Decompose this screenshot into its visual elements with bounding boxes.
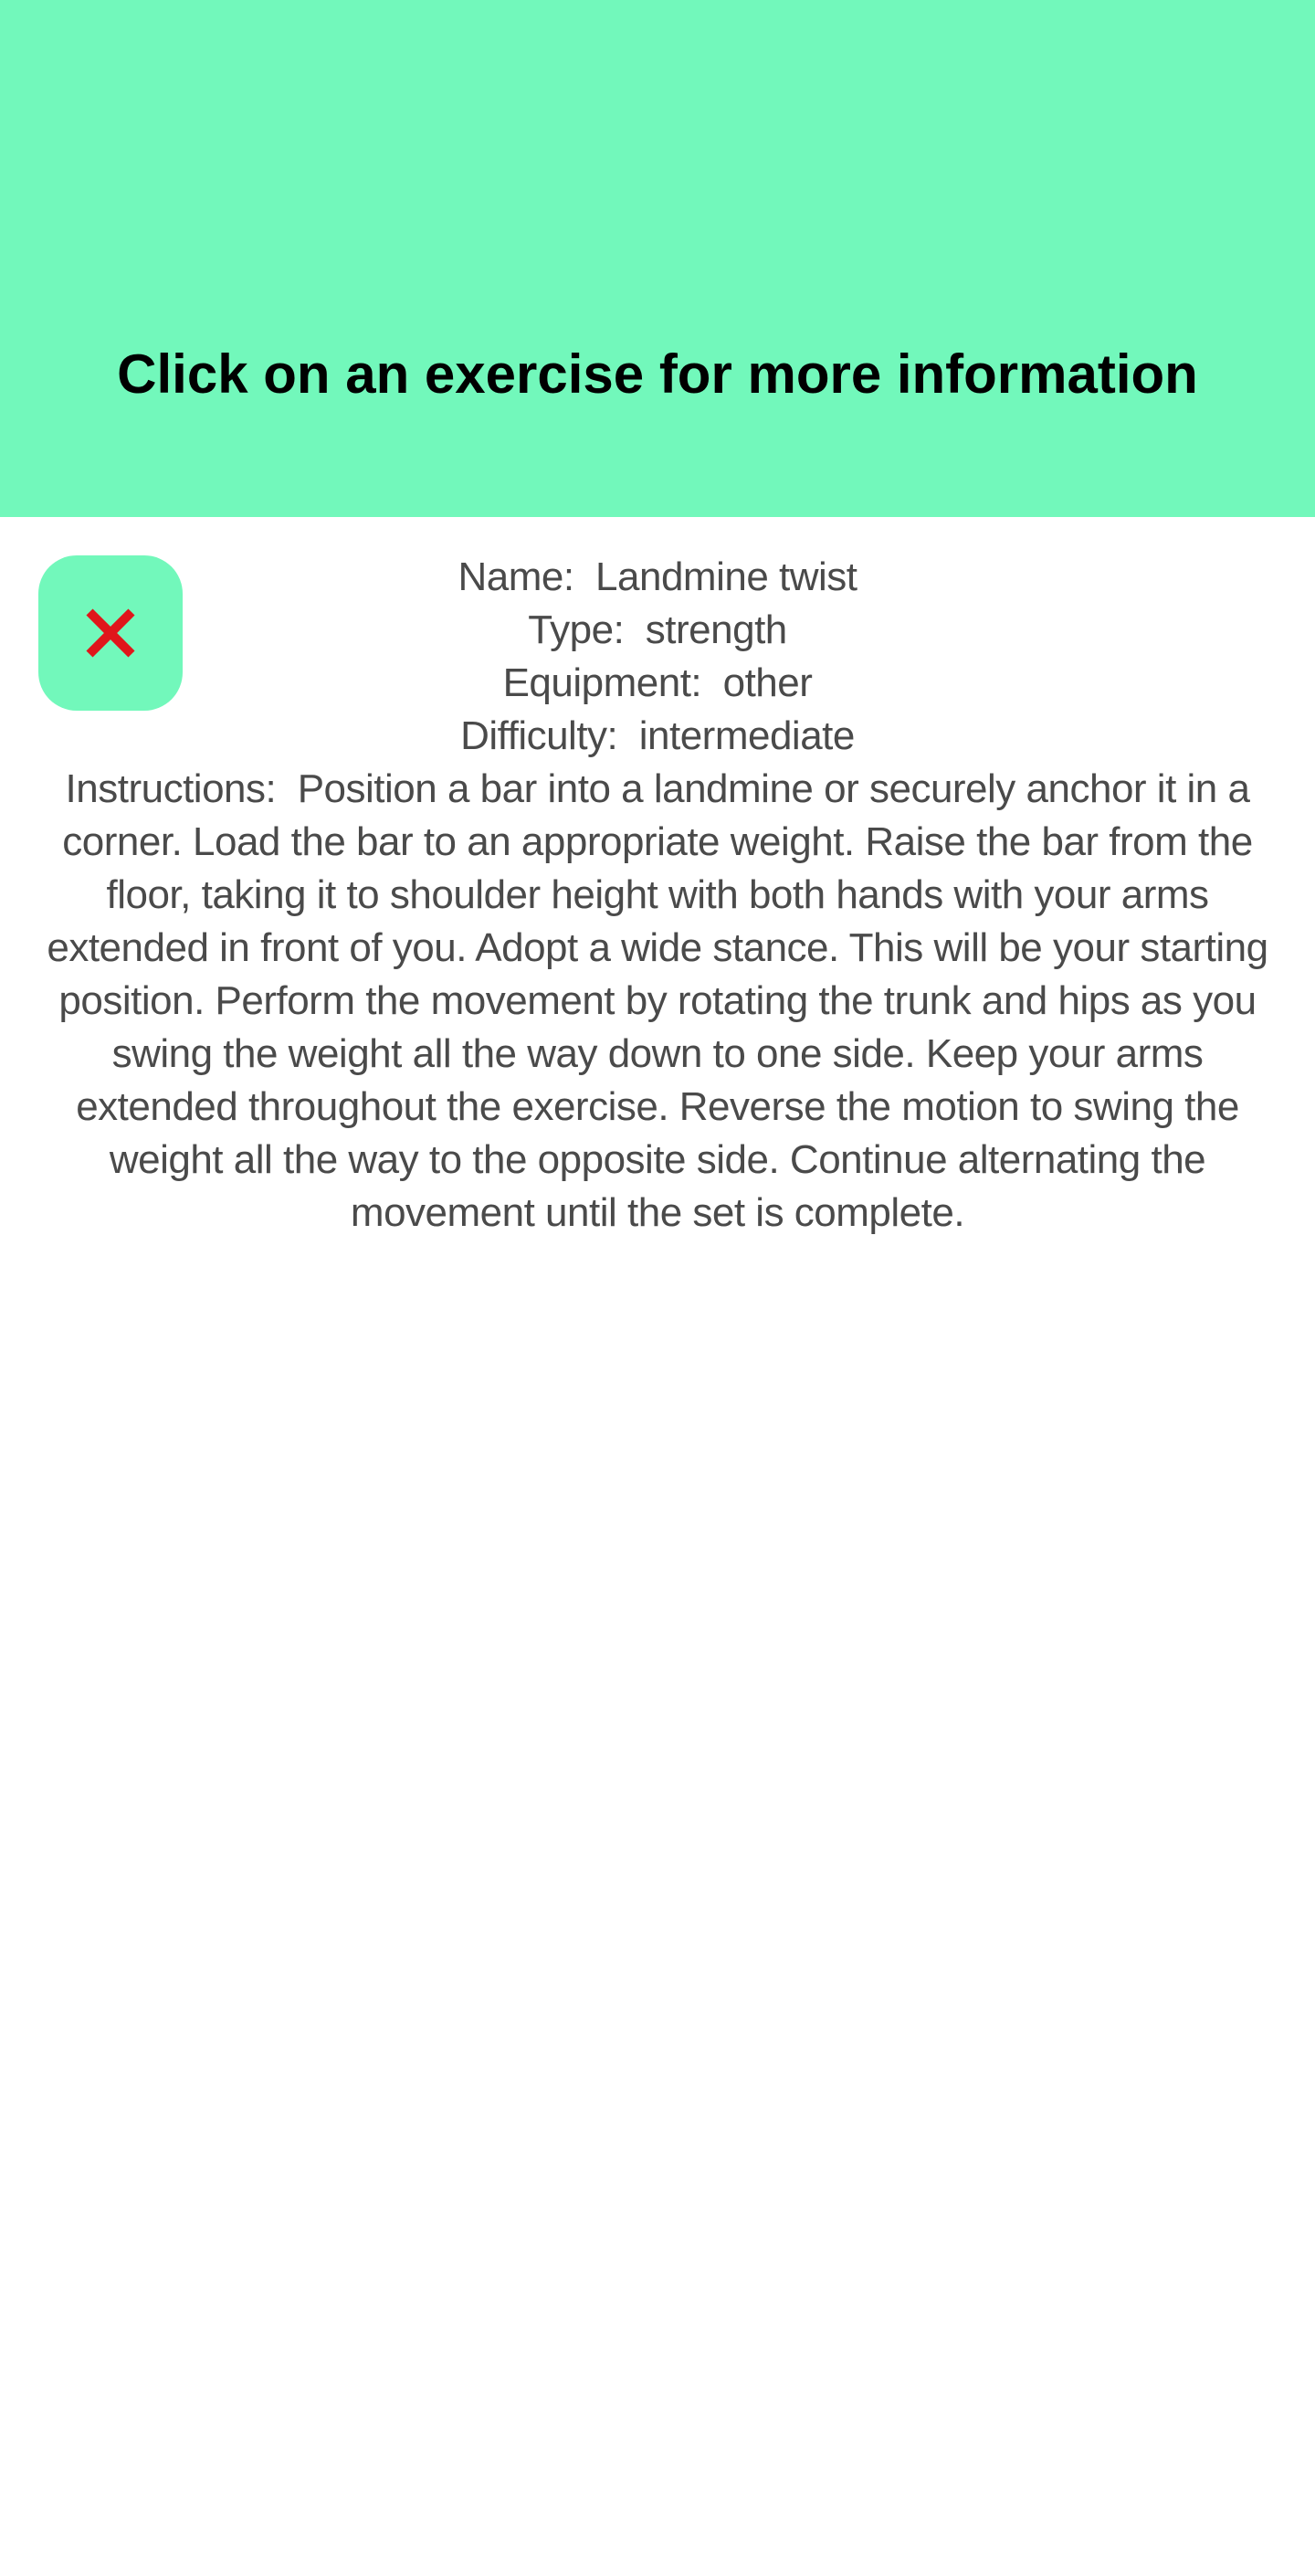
exercise-name: Landmine twist [595,554,857,599]
exercise-difficulty-row: Difficulty: intermediate [37,710,1278,763]
exercise-equipment-row: Equipment: other [37,657,1278,710]
name-label: Name: [458,554,596,599]
exercise-details: Name: Landmine twist Type: strength Equi… [37,551,1278,1240]
difficulty-label: Difficulty: [460,713,639,758]
type-label: Type: [528,607,646,652]
exercise-type-row: Type: strength [37,604,1278,657]
exercise-instructions-row: Instructions: Position a bar into a land… [37,763,1278,1240]
exercise-equipment: other [722,660,813,705]
equipment-label: Equipment: [502,660,723,705]
header-banner: Click on an exercise for more informatio… [0,0,1315,517]
instructions-label: Instructions: [65,766,298,811]
exercise-name-row: Name: Landmine twist [37,551,1278,604]
exercise-instructions: Position a bar into a landmine or secure… [47,766,1279,1235]
exercise-difficulty: intermediate [638,713,856,758]
page-title: Click on an exercise for more informatio… [117,343,1198,405]
exercise-type: strength [645,607,787,652]
